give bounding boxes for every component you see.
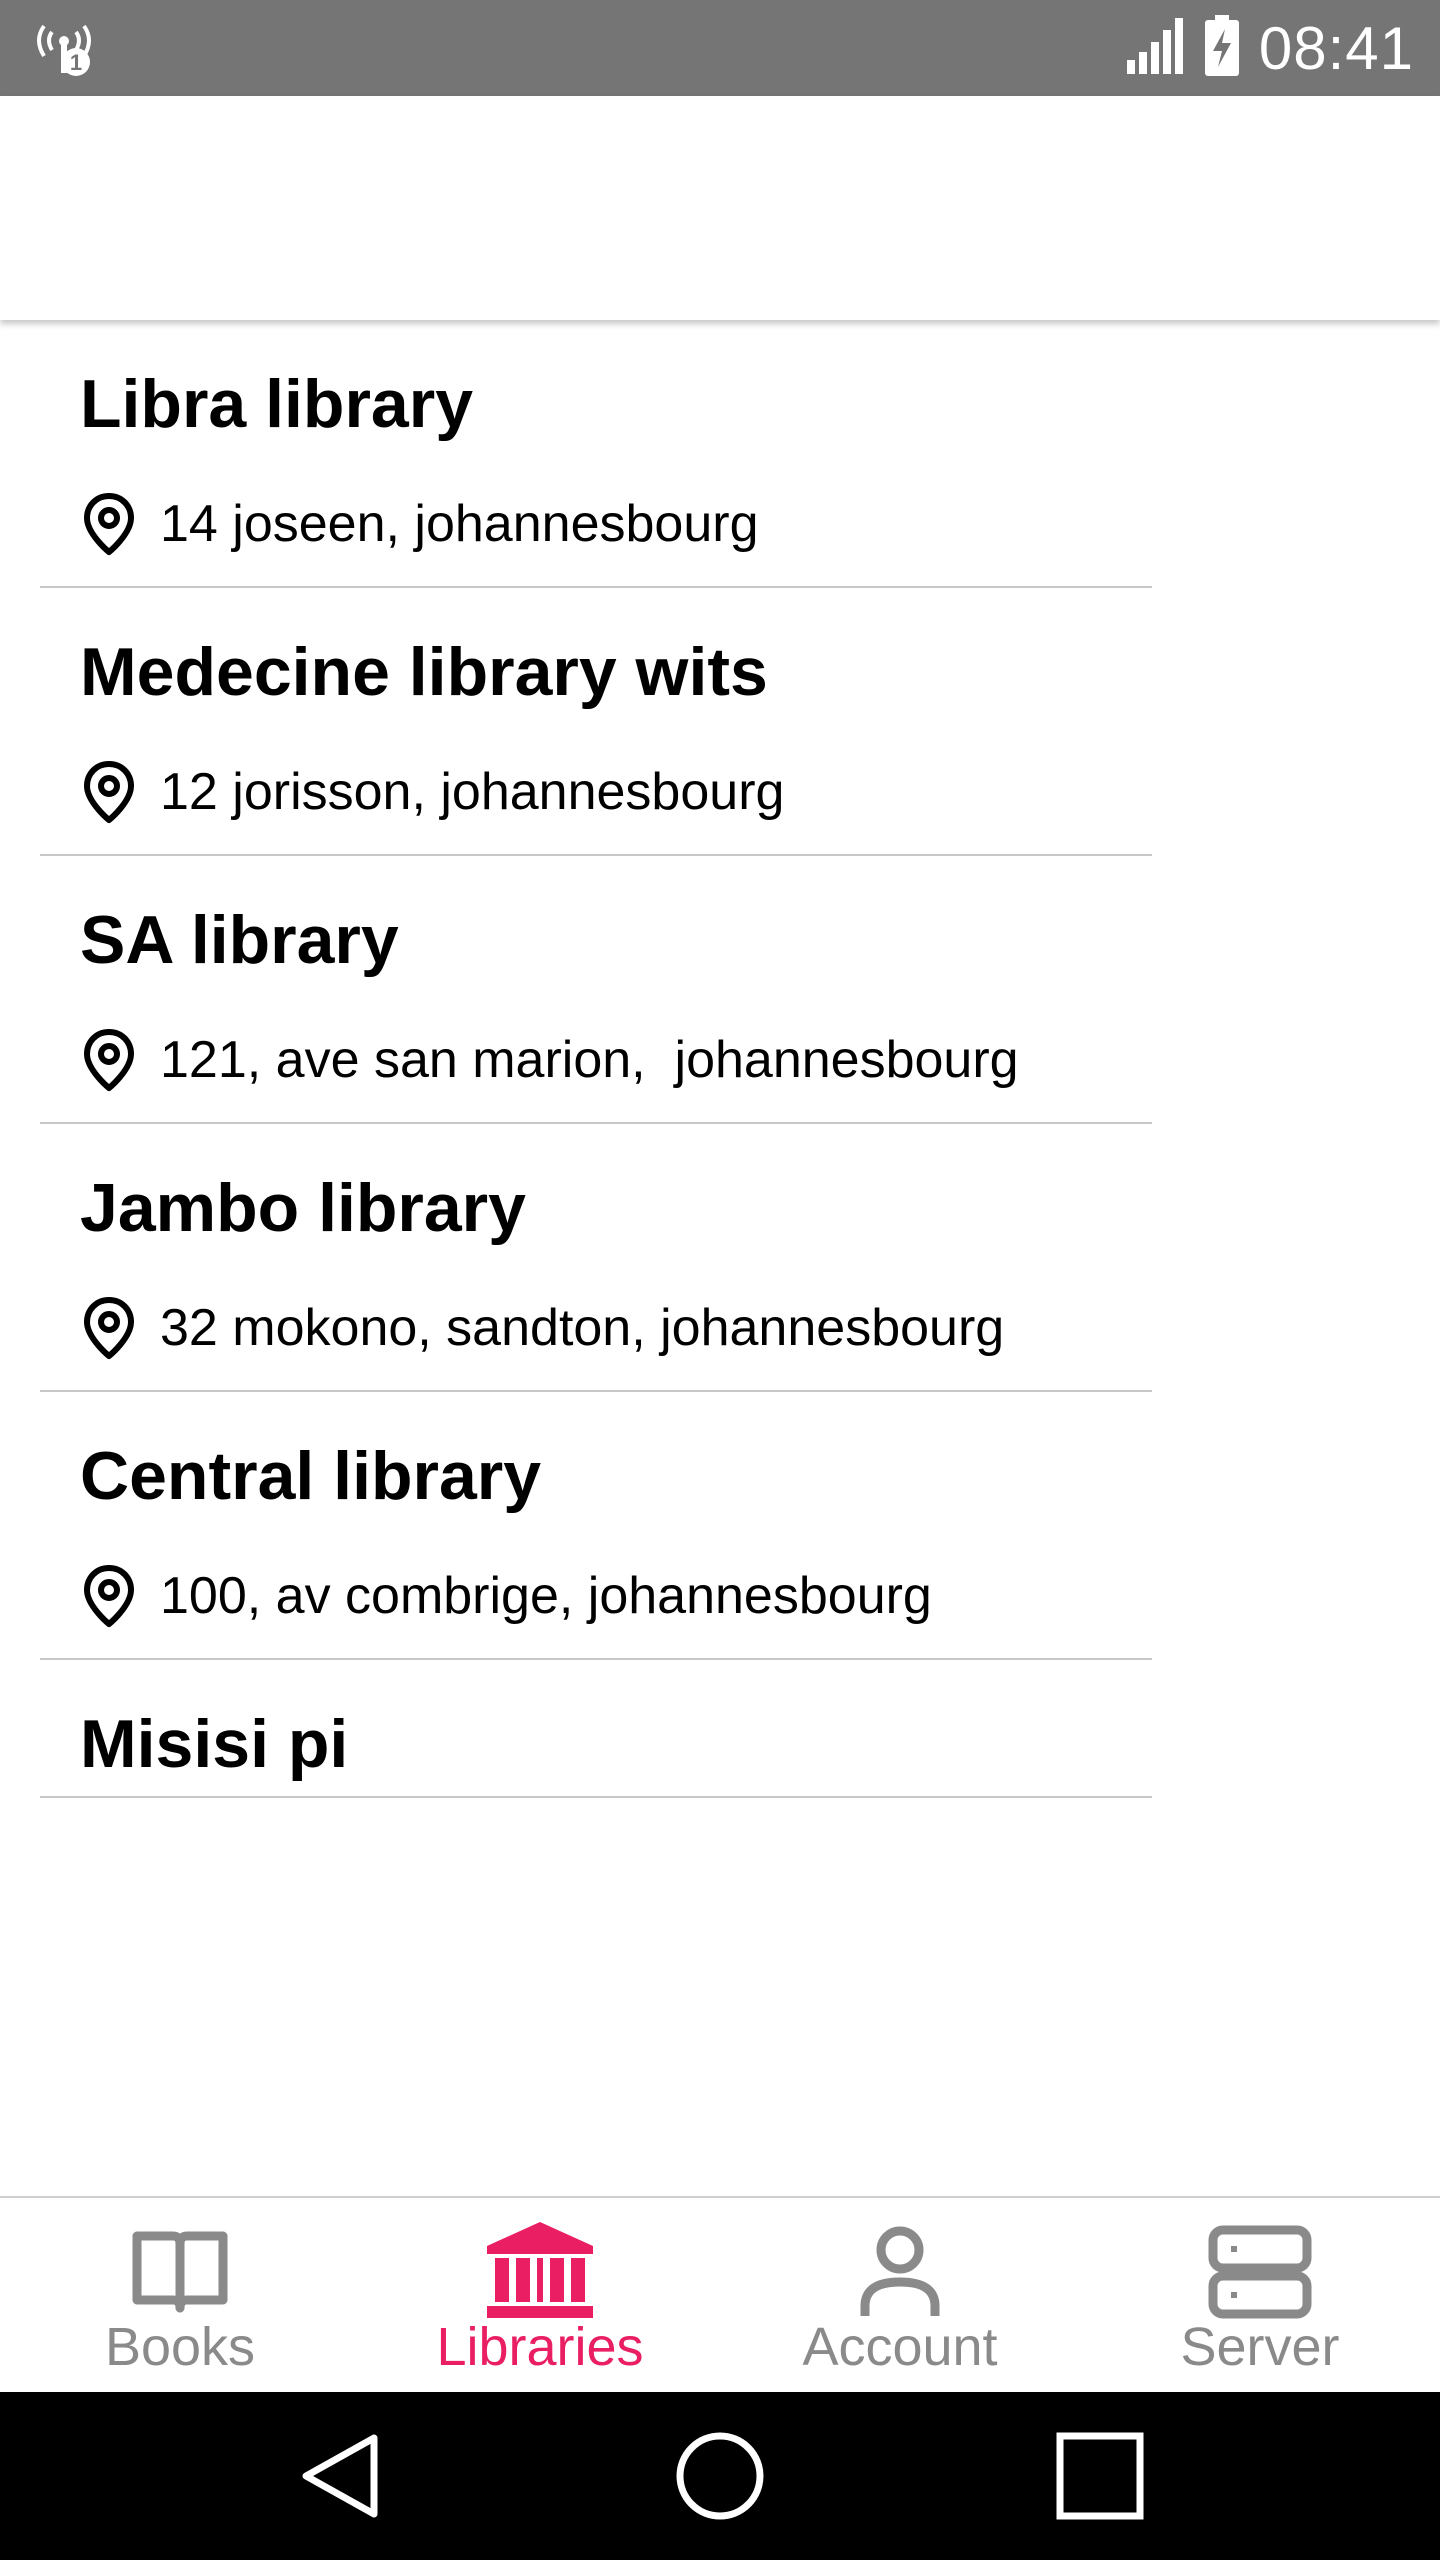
nav-item-libraries[interactable]: Libraries xyxy=(360,2198,720,2394)
server-icon xyxy=(1205,2216,1315,2326)
library-address: 32 mokono, sandton, johannesbourg xyxy=(160,1299,1005,1357)
library-name: Medecine library wits xyxy=(80,634,768,710)
location-pin-icon xyxy=(80,1564,138,1628)
nav-item-server[interactable]: Server xyxy=(1080,2198,1440,2394)
library-name: Central library xyxy=(80,1438,542,1514)
home-icon[interactable] xyxy=(670,2426,770,2526)
nav-label-libraries: Libraries xyxy=(436,2317,644,2377)
signal-icon xyxy=(1125,16,1185,81)
status-bar: 1 08:41 xyxy=(0,0,1440,96)
library-address: 100, av combrige, johannesbourg xyxy=(160,1567,932,1625)
library-name: SA library xyxy=(80,902,399,978)
list-item[interactable]: Libra library 14 joseen, johannesbourg xyxy=(40,320,1152,588)
library-address-row: 32 mokono, sandton, johannesbourg xyxy=(80,1294,1004,1362)
app-bar xyxy=(0,96,1440,320)
list-item[interactable]: Jambo library 32 mokono, sandton, johann… xyxy=(40,1124,1152,1392)
bottom-navigation: Books Libraries Account Server xyxy=(0,2196,1440,2394)
wireless-hotspot-icon: 1 xyxy=(32,18,96,78)
recents-icon[interactable] xyxy=(1050,2426,1150,2526)
library-address-row: 12 jorisson, johannesbourg xyxy=(80,758,784,826)
system-navigation-bar xyxy=(0,2392,1440,2560)
library-address-row: 14 joseen, johannesbourg xyxy=(80,490,758,558)
list-item[interactable]: SA library 121, ave san marion, johannes… xyxy=(40,856,1152,1124)
library-name: Libra library xyxy=(80,366,474,442)
library-address: 12 jorisson, johannesbourg xyxy=(160,763,785,821)
library-list: Libra library 14 joseen, johannesbourg M… xyxy=(40,320,1152,1798)
svg-text:1: 1 xyxy=(70,50,82,75)
list-item[interactable]: Medecine library wits 12 jorisson, johan… xyxy=(40,588,1152,856)
nav-label-server: Server xyxy=(1180,2317,1340,2377)
location-pin-icon xyxy=(80,1296,138,1360)
library-building-icon xyxy=(485,2216,595,2326)
person-icon xyxy=(845,2216,955,2326)
nav-label-books: Books xyxy=(104,2317,256,2377)
library-address: 121, ave san marion, johannesbourg xyxy=(160,1031,1019,1089)
list-item[interactable]: Misisi pi xyxy=(40,1660,1152,1798)
battery-charging-icon xyxy=(1203,14,1241,82)
location-pin-icon xyxy=(80,1028,138,1092)
book-icon xyxy=(125,2216,235,2326)
library-address-row: 121, ave san marion, johannesbourg xyxy=(80,1026,1019,1094)
nav-label-account: Account xyxy=(802,2317,998,2377)
screen: 1 08:41 Libra library 14 joseen, johanne… xyxy=(0,0,1440,2560)
nav-item-books[interactable]: Books xyxy=(0,2198,360,2394)
status-time: 08:41 xyxy=(1258,14,1414,82)
library-address-row: 100, av combrige, johannesbourg xyxy=(80,1562,932,1630)
library-name: Jambo library xyxy=(80,1170,526,1246)
list-item[interactable]: Central library 100, av combrige, johann… xyxy=(40,1392,1152,1660)
nav-item-account[interactable]: Account xyxy=(720,2198,1080,2394)
library-address: 14 joseen, johannesbourg xyxy=(160,495,759,553)
back-icon[interactable] xyxy=(290,2426,390,2526)
library-name: Misisi pi xyxy=(80,1706,349,1782)
location-pin-icon xyxy=(80,760,138,824)
location-pin-icon xyxy=(80,492,138,556)
status-right: 08:41 xyxy=(1125,0,1414,96)
